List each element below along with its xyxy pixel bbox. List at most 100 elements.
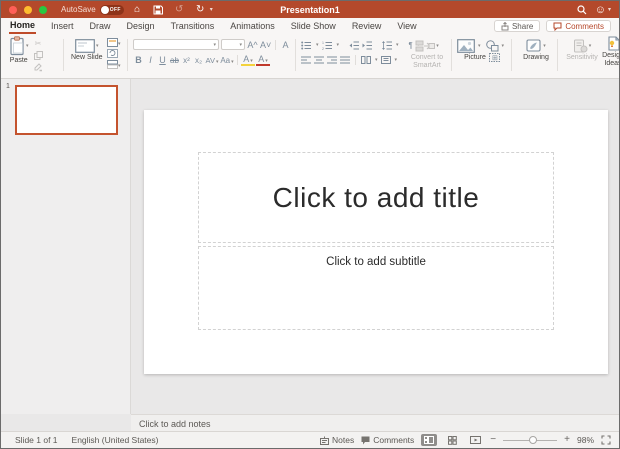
tab-transitions[interactable]: Transitions <box>170 19 216 33</box>
reset-icon[interactable] <box>106 49 121 58</box>
decrease-font-size-button[interactable]: A˅ <box>260 40 271 50</box>
layout-icon[interactable]: ▾ <box>106 38 121 47</box>
new-slide-button[interactable]: ▾ New Slide <box>71 36 103 62</box>
align-text-icon[interactable] <box>380 56 391 64</box>
clear-formatting-button[interactable]: A <box>280 40 291 50</box>
slide-sorter-view-button[interactable] <box>444 434 460 446</box>
cut-icon[interactable]: ✂ <box>34 39 43 48</box>
search-icon[interactable] <box>577 4 587 15</box>
italic-button[interactable]: I <box>145 55 156 65</box>
language-selector[interactable]: English (United States) <box>72 435 159 445</box>
superscript-button[interactable]: x² <box>181 56 192 65</box>
drawing-button[interactable]: ▾ Drawing <box>517 36 555 62</box>
share-label: Share <box>511 21 534 31</box>
tab-home[interactable]: Home <box>9 18 37 34</box>
design-ideas-icon <box>607 36 619 51</box>
align-left-icon[interactable] <box>301 56 311 64</box>
smartart-caret-icon: ▾ <box>436 43 439 49</box>
redo-icon[interactable]: ↻ <box>193 3 208 16</box>
tab-draw[interactable]: Draw <box>89 19 112 33</box>
align-right-icon[interactable] <box>327 56 337 64</box>
undo-icon[interactable]: ↺ <box>172 3 187 16</box>
normal-view-button[interactable] <box>421 434 438 446</box>
strikethrough-button[interactable]: ab <box>169 56 180 65</box>
decrease-indent-icon[interactable] <box>349 41 360 50</box>
tab-review[interactable]: Review <box>351 19 383 33</box>
justify-icon[interactable] <box>340 56 350 64</box>
new-slide-caret-icon: ▾ <box>96 43 99 49</box>
save-icon[interactable] <box>151 3 166 16</box>
picture-label: Picture <box>464 54 486 61</box>
copy-icon[interactable] <box>33 51 43 60</box>
fit-slide-to-window-icon[interactable] <box>601 435 611 445</box>
align-text-caret-icon: ▾ <box>394 57 398 63</box>
numbering-icon[interactable]: 12 <box>322 41 333 50</box>
title-placeholder[interactable]: Click to add title <box>198 152 554 243</box>
svg-text:▾: ▾ <box>118 41 121 47</box>
zoom-slider[interactable] <box>503 435 558 445</box>
change-case-button[interactable]: Aa▾ <box>220 56 234 65</box>
format-painter-icon[interactable] <box>34 63 43 72</box>
character-spacing-button[interactable]: AV▾ <box>205 56 219 65</box>
design-ideas-label-line2: Ideas <box>604 60 620 68</box>
underline-button[interactable]: U <box>157 55 168 65</box>
zoom-level[interactable]: 98% <box>577 435 594 445</box>
picture-icon[interactable] <box>457 39 475 53</box>
subtitle-placeholder[interactable]: Click to add subtitle <box>198 246 554 330</box>
bold-button[interactable]: B <box>133 55 144 65</box>
convert-to-smartart-button[interactable]: ▾ Convert to SmartArt <box>405 36 449 70</box>
notes-toggle-button[interactable]: Notes <box>319 435 354 445</box>
slide-editor[interactable]: Click to add title Click to add subtitle <box>144 110 608 374</box>
numbering-caret-icon: ▾ <box>336 42 340 48</box>
section-icon[interactable]: ▾ <box>106 60 121 69</box>
font-name-combobox[interactable]: ▾ <box>133 39 219 50</box>
home-icon[interactable]: ⌂ <box>130 3 145 16</box>
tab-animations[interactable]: Animations <box>229 19 276 33</box>
shapes-icon[interactable] <box>485 40 499 52</box>
font-color-button[interactable]: A▾ <box>256 54 270 66</box>
increase-indent-icon[interactable] <box>362 41 373 50</box>
tab-insert[interactable]: Insert <box>50 19 75 33</box>
titlebar: AutoSave OFF ⌂ ↺ ↻ ▾ Presentation1 ☺ ▾ <box>1 1 619 18</box>
line-spacing-icon[interactable] <box>382 40 393 50</box>
slide-thumbnail-panel: 1 <box>1 79 131 414</box>
comments-toggle-button[interactable]: Comments <box>361 435 414 445</box>
paste-button[interactable]: ▾ Paste <box>9 36 29 65</box>
align-center-icon[interactable] <box>314 56 324 64</box>
tab-view[interactable]: View <box>396 19 417 33</box>
picture-caret-icon: ▾ <box>478 43 481 49</box>
zoom-in-button[interactable]: + <box>564 435 570 445</box>
zoom-slider-knob[interactable] <box>529 436 538 444</box>
close-window-button[interactable] <box>9 5 17 14</box>
tab-design[interactable]: Design <box>126 19 156 33</box>
share-button[interactable]: Share <box>493 20 541 32</box>
account-menu[interactable]: ☺ ▾ <box>595 4 611 16</box>
toolbar-customize-caret-icon[interactable]: ▾ <box>210 6 213 13</box>
columns-icon[interactable] <box>361 56 371 64</box>
comments-button[interactable]: Comments <box>546 20 611 32</box>
svg-text:1: 1 <box>322 41 324 45</box>
highlight-caret-icon: ▾ <box>250 58 253 64</box>
slide-thumbnail[interactable] <box>15 85 118 135</box>
tab-slide-show[interactable]: Slide Show <box>290 19 337 33</box>
new-slide-label: New Slide <box>71 54 103 61</box>
notes-icon <box>319 436 329 445</box>
character-spacing-label: AV <box>205 55 215 65</box>
sensitivity-icon <box>573 39 588 53</box>
comments-icon <box>553 22 562 31</box>
font-size-combobox[interactable]: ▾ <box>221 39 245 50</box>
autosave-toggle[interactable]: OFF <box>99 4 124 15</box>
bullets-icon[interactable] <box>301 41 312 50</box>
increase-font-size-button[interactable]: A^ <box>247 40 258 50</box>
text-box-icon[interactable]: ⊞ <box>488 53 500 63</box>
slideshow-view-button[interactable] <box>467 434 483 446</box>
shapes-caret-icon: ▾ <box>501 43 505 49</box>
minimize-window-button[interactable] <box>24 5 32 14</box>
zoom-out-button[interactable]: − <box>490 435 496 445</box>
design-ideas-button[interactable]: DesignIdeas <box>587 36 620 68</box>
subtitle-placeholder-text: Click to add subtitle <box>326 256 426 268</box>
fullscreen-window-button[interactable] <box>39 5 47 14</box>
normal-view-icon <box>424 436 435 444</box>
highlight-color-button[interactable]: A▾ <box>241 54 255 66</box>
subscript-button[interactable]: x₂ <box>193 56 204 65</box>
